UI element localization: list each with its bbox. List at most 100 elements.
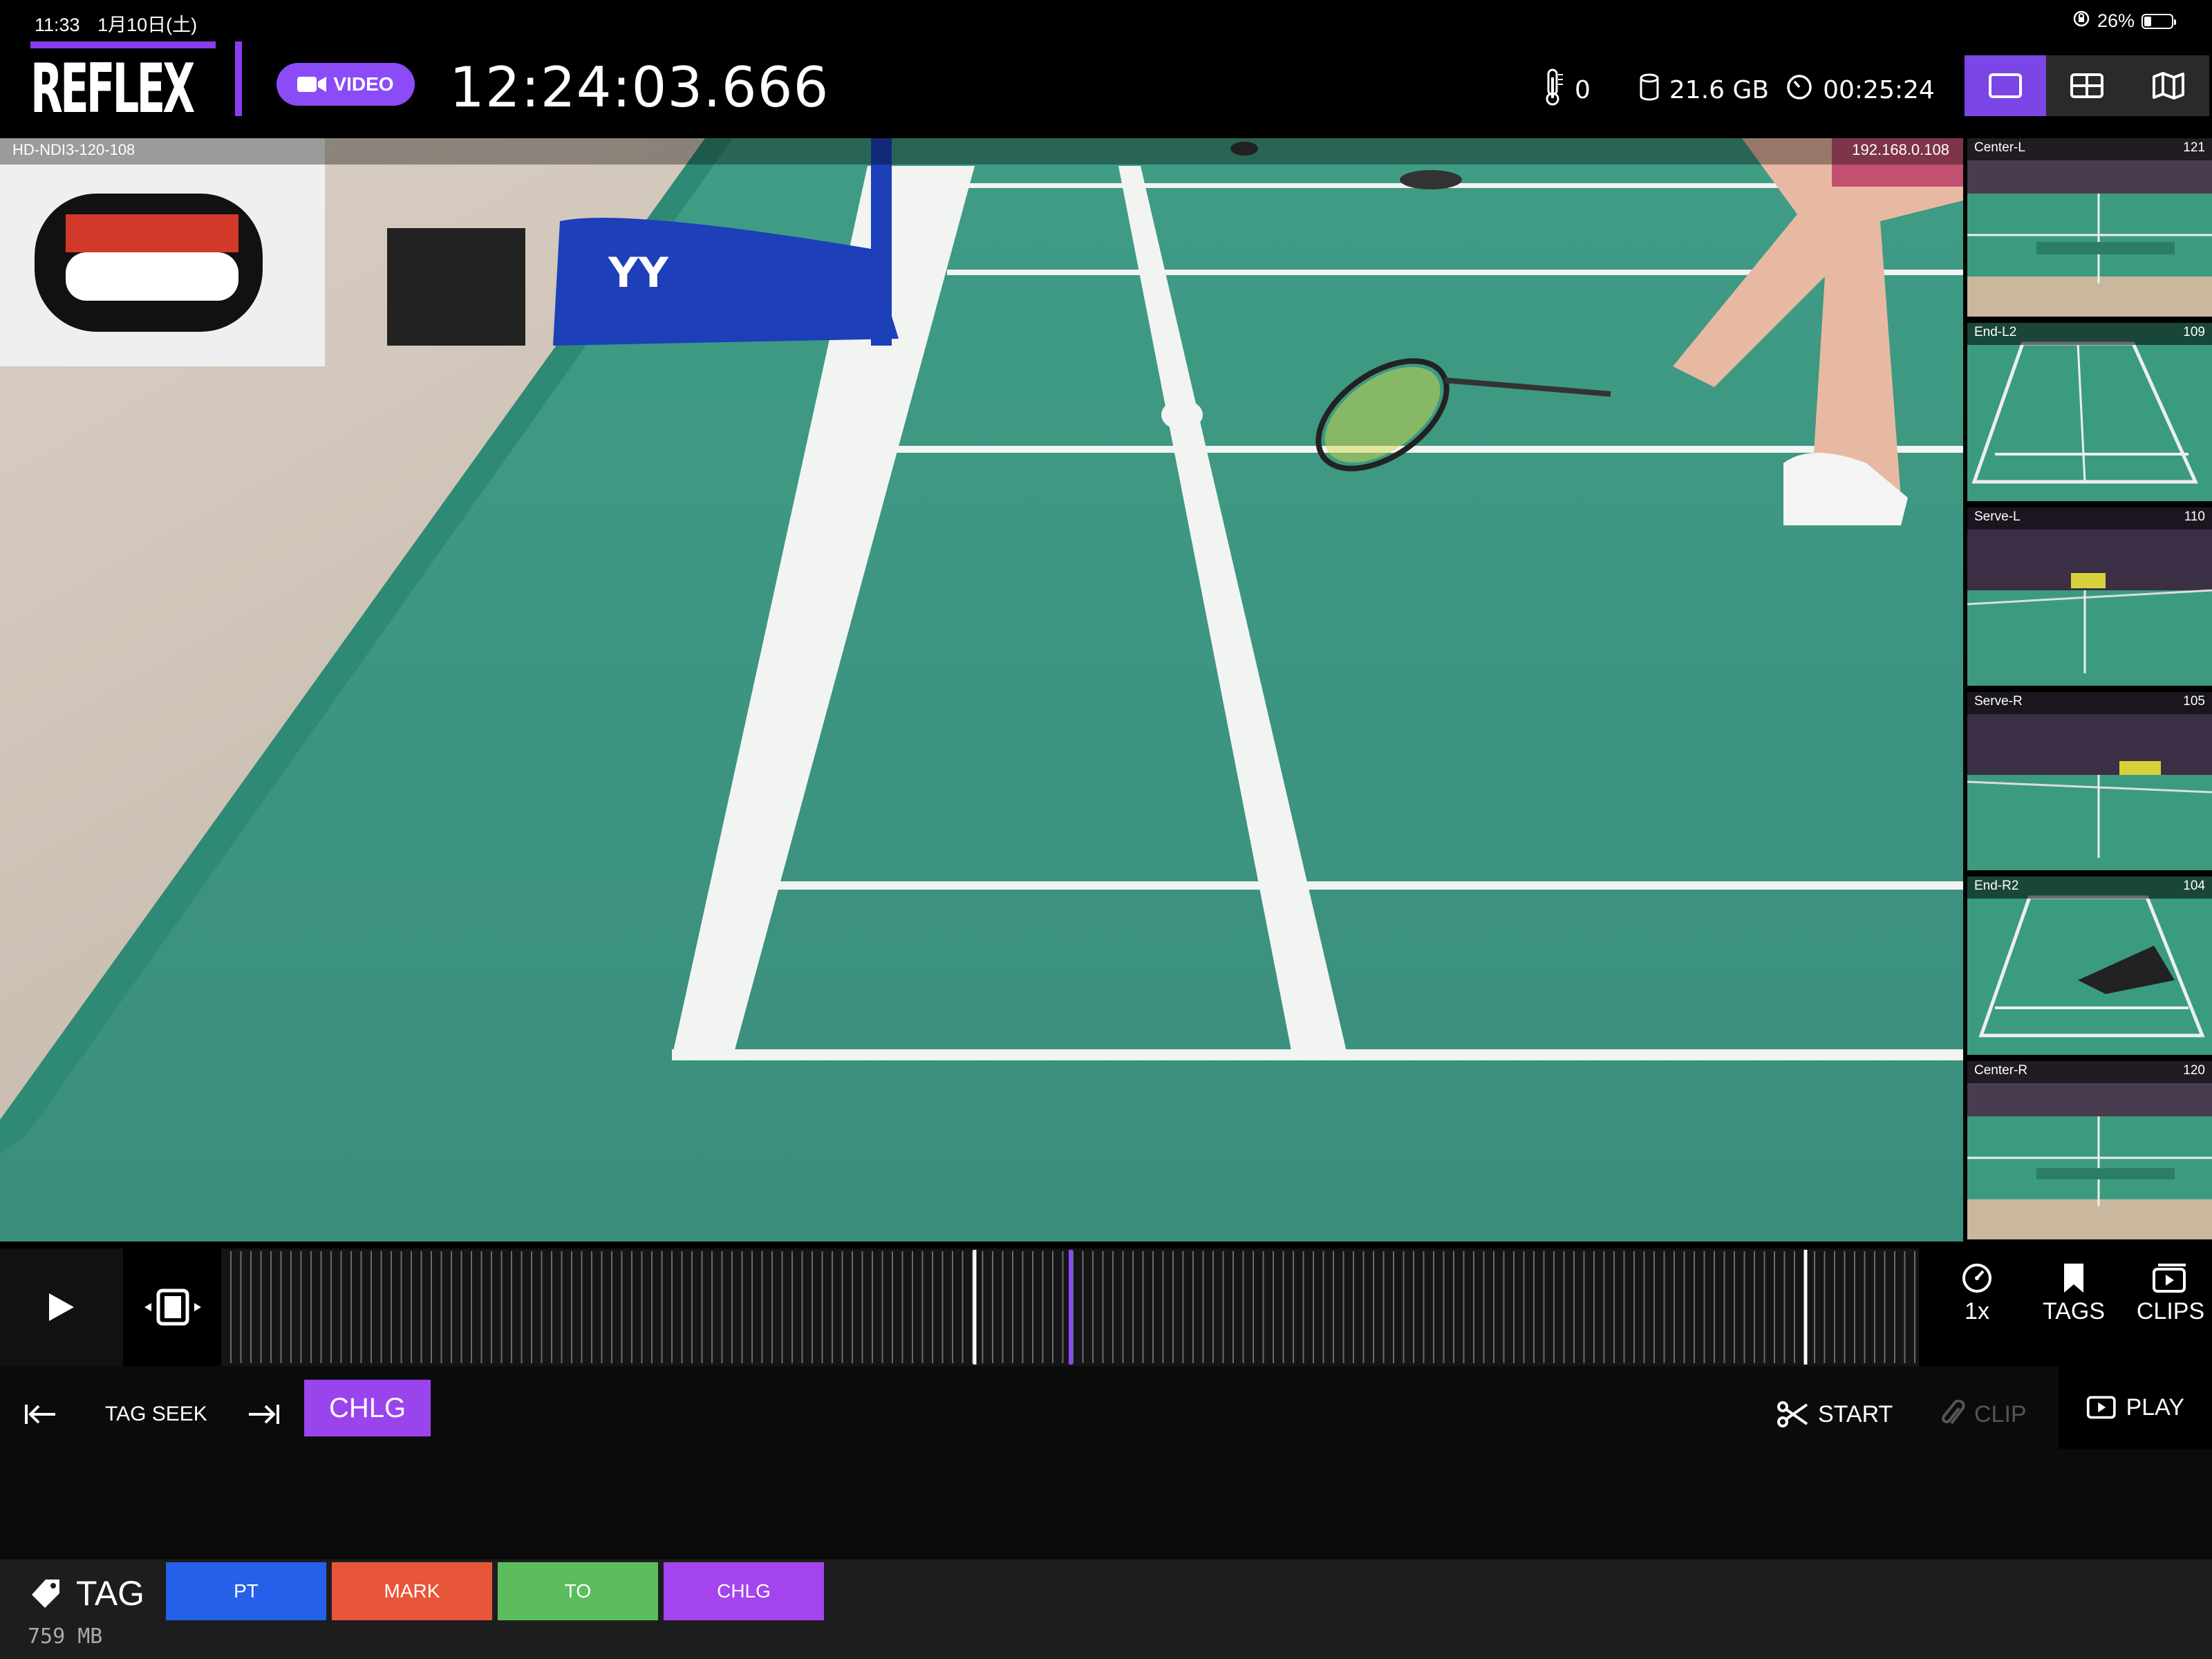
thumbnail-number: 105 [2183, 694, 2205, 709]
orientation-lock-icon [2072, 10, 2090, 32]
playback-tools: 1x TAGS CLIPS [1929, 1262, 2212, 1325]
thumbnail-number: 121 [2183, 140, 2205, 155]
camera-info-strip [0, 138, 1963, 165]
tag-pt-button[interactable]: PT [166, 1562, 326, 1620]
status-date: 1月10日(土) [97, 15, 198, 35]
map-view-icon [2153, 72, 2184, 100]
thumbnail-serve-l[interactable]: Serve-L 110 [1967, 507, 2212, 686]
storage-value: 21.6 GB [1669, 76, 1770, 104]
play-clip-button[interactable]: PLAY [2059, 1366, 2212, 1449]
play-label: PLAY [2126, 1394, 2184, 1421]
tag-seek-label: TAG SEEK [105, 1403, 207, 1425]
status-bar: 11:33 1月10日(土) 26% [0, 0, 2212, 41]
thumbnail-name: End-R2 [1974, 879, 2019, 893]
status-right: 26% [2072, 10, 2176, 32]
camera-name: HD-NDI3-120-108 [12, 141, 135, 158]
tag-chlg-button[interactable]: CHLG [664, 1562, 824, 1620]
thumbnail-name: Serve-L [1974, 509, 2021, 524]
clips-label: CLIPS [2136, 1298, 2205, 1324]
thumbnail-end-l2[interactable]: End-L2 109 [1967, 323, 2212, 501]
thumbnail-center-r[interactable]: Center-R 120 [1967, 1061, 2212, 1239]
grid-view-button[interactable] [2046, 55, 2128, 116]
camera-ip: 192.168.0.108 [1852, 141, 1949, 158]
map-view-button[interactable] [2128, 55, 2209, 116]
reflex-logo: REFLEX [30, 41, 242, 129]
tag-title: TAG [76, 1574, 145, 1613]
battery-percent: 26% [2097, 10, 2135, 31]
view-mode-switcher [1965, 55, 2209, 116]
thumbnail-bar: Center-R 120 [1967, 1061, 2212, 1083]
logo-accent-bar [30, 41, 216, 48]
clips-button[interactable]: CLIPS [2122, 1262, 2212, 1325]
thumbnail-bar: Serve-R 105 [1967, 692, 2212, 714]
clip-button[interactable]: CLIP [1941, 1387, 2027, 1442]
app-bar: REFLEX VIDEO 12:24:03.666 0 21.6 GB 00:2… [0, 41, 2212, 138]
tags-label: TAGS [2042, 1298, 2106, 1324]
elapsed-time: 00:25:24 [1823, 76, 1935, 104]
thumbnail-image [1967, 138, 2212, 317]
thumbnail-bar: End-R2 104 [1967, 877, 2212, 899]
tag-bar: TAG 759 MB PT MARK TO CHLG [0, 1559, 2212, 1659]
thumbnail-number: 110 [2184, 509, 2205, 524]
thumbnail-image [1967, 692, 2212, 870]
speed-label: 1x [1965, 1298, 1989, 1324]
grid-view-icon [2070, 73, 2103, 98]
svg-text:YY: YY [608, 249, 669, 297]
status-time: 11:33 [35, 15, 80, 35]
system-stats: 0 21.6 GB 00:25:24 [1541, 68, 1935, 113]
tag-icon [32, 1580, 59, 1608]
tags-button[interactable]: TAGS [2025, 1262, 2122, 1325]
tag-seek-next-button[interactable] [246, 1387, 281, 1442]
badminton-court-image: YY [0, 138, 1963, 1241]
arrow-to-start-icon [25, 1405, 55, 1424]
thumbnail-image [1967, 877, 2212, 1055]
tag-seek-prev-button[interactable] [24, 1387, 58, 1442]
main-video-feed[interactable]: YY HD-NDI3-120-108 192.168.0.108 [0, 138, 1963, 1241]
start-label: START [1818, 1400, 1893, 1427]
chlg-filter-button[interactable]: CHLG [304, 1380, 431, 1436]
status-clock: 11:33 1月10日(土) [35, 10, 197, 37]
thumbnail-name: End-L2 [1974, 325, 2017, 339]
thumbnail-image [1967, 323, 2212, 501]
tag-mark-button[interactable]: MARK [332, 1562, 492, 1620]
thumbnail-name: Center-R [1974, 1063, 2028, 1078]
tag-storage-size: 759 MB [28, 1624, 103, 1649]
tag-to-button[interactable]: TO [498, 1562, 658, 1620]
thumbnail-center-l[interactable]: Center-L 121 [1967, 138, 2212, 317]
play-toggle-button[interactable] [0, 1248, 123, 1366]
frame-step-button[interactable] [131, 1248, 214, 1366]
video-camera-icon [297, 75, 327, 93]
paperclip-icon [1942, 1400, 1965, 1425]
thumbnail-number: 120 [2183, 1063, 2205, 1078]
tag-label: TAG [30, 1573, 144, 1613]
timeline-ticks [230, 1250, 1915, 1365]
thumbnail-name: Center-L [1974, 140, 2025, 155]
camera-thumbnails: Center-L 121 End-L2 109 Serve-L 110 Serve-R… [1967, 138, 2212, 1241]
speedometer-icon [1962, 1264, 1991, 1293]
single-view-icon [1989, 73, 2022, 98]
thumbnail-bar: Serve-L 110 [1967, 507, 2212, 529]
thumbnail-image [1967, 507, 2212, 686]
thumbnail-name: Serve-R [1974, 694, 2023, 709]
thumbnail-end-r2[interactable]: End-R2 104 [1967, 877, 2212, 1055]
bookmark-icon [2064, 1264, 2083, 1293]
frame-step-icon [144, 1288, 201, 1326]
thumbnail-serve-r[interactable]: Serve-R 105 [1967, 692, 2212, 870]
play-icon [49, 1293, 74, 1321]
start-button[interactable]: START [1777, 1387, 1893, 1442]
thumbnail-number: 104 [2183, 879, 2205, 893]
timecode-display: 12:24:03.666 [449, 55, 830, 120]
video-mode-button[interactable]: VIDEO [276, 63, 415, 106]
single-view-button[interactable] [1965, 55, 2046, 116]
control-row: TAG SEEK CHLG START CLIP PLAY [0, 1366, 2212, 1559]
temperature-value: 0 [1575, 76, 1591, 104]
logo-text: REFLEX [30, 50, 195, 129]
clips-icon [2153, 1264, 2186, 1293]
timeline-scrubber[interactable] [221, 1248, 1919, 1366]
thumbnail-bar: Center-L 121 [1967, 138, 2212, 160]
video-mode-label: VIDEO [333, 73, 394, 95]
clip-label: CLIP [1974, 1400, 2027, 1427]
timer-icon [1785, 73, 1813, 107]
battery-icon [2141, 13, 2176, 29]
speed-button[interactable]: 1x [1929, 1262, 2025, 1325]
